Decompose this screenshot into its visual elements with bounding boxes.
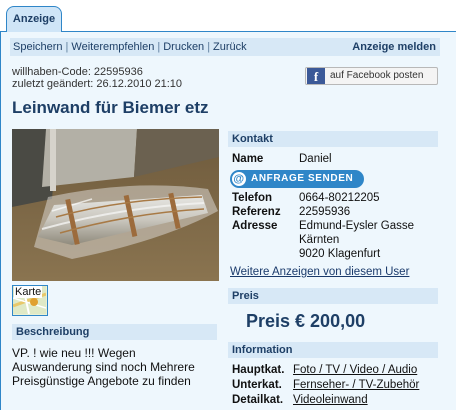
facebook-icon: f [307, 68, 325, 84]
sub-category-link[interactable]: Fernseher- / TV-Zubehör [293, 379, 419, 391]
separator: | [207, 41, 211, 53]
send-inquiry-label: ANFRAGE SENDEN [251, 173, 354, 184]
save-link[interactable]: Speichern [13, 41, 63, 53]
description-line: Preisgünstige Angebote zu finden [12, 374, 191, 388]
phone-label: Telefon [232, 192, 273, 204]
report-ad-link[interactable]: Anzeige melden [352, 38, 436, 56]
toolbar-links: Speichern | Weiterempfehlen | Drucken | Zurück [13, 38, 247, 56]
main-category-label: Hauptkat. [232, 364, 285, 376]
separator: | [157, 41, 161, 53]
price-value: Preis € 200,00 [246, 311, 366, 331]
detail-category-label: Detailkat. [232, 394, 284, 406]
description-text: VP. ! wie neu !!! Wegen Auswanderung sin… [12, 346, 217, 388]
map-button[interactable]: Karte [12, 285, 48, 316]
information-heading: Information [228, 342, 438, 358]
photo-image [12, 129, 219, 281]
name-label: Name [232, 153, 264, 165]
facebook-share-label: auf Facebook posten [330, 70, 424, 81]
description-line: Auswanderung sind noch Mehrere [12, 360, 195, 374]
ad-title: Leinwand für Biemer etz [12, 98, 209, 117]
more-ads-link[interactable]: Weitere Anzeigen von diesem User [230, 266, 409, 278]
send-inquiry-button[interactable]: @ ANFRAGE SENDEN [230, 170, 364, 188]
print-link[interactable]: Drucken [163, 41, 204, 53]
map-label: Karte [14, 286, 43, 298]
address-line: Edmund-Eysler Gasse [299, 220, 415, 232]
willhaben-code: willhaben-Code: 22595936 [12, 66, 143, 78]
at-icon: @ [232, 172, 246, 186]
phone-value: 0664-80212205 [299, 192, 380, 204]
last-changed: zuletzt geändert: 26.12.2010 21:10 [12, 78, 183, 90]
detail-category-link[interactable]: Videoleinwand [293, 394, 368, 406]
reference-value: 22595936 [299, 206, 351, 218]
address-label: Adresse [232, 220, 278, 232]
address-line: 9020 Klagenfurt [299, 248, 381, 260]
description-heading: Beschreibung [12, 324, 217, 340]
recommend-link[interactable]: Weiterempfehlen [71, 41, 154, 53]
separator: | [65, 41, 69, 53]
more-ads-row: Weitere Anzeigen von diesem User [230, 266, 409, 278]
back-link[interactable]: Zurück [213, 41, 247, 53]
description-line: VP. ! wie neu !!! Wegen [12, 346, 136, 360]
main-category-link[interactable]: Foto / TV / Video / Audio [293, 364, 417, 376]
reference-label: Referenz [232, 206, 281, 218]
tab-anzeige[interactable]: Anzeige [6, 6, 62, 32]
action-toolbar: Speichern | Weiterempfehlen | Drucken | Zurück… [10, 38, 440, 56]
facebook-share-button[interactable]: f auf Facebook posten [305, 67, 438, 85]
price-heading: Preis [228, 288, 438, 304]
ad-photo[interactable] [12, 129, 219, 281]
address-line: Kärnten [299, 234, 340, 246]
sub-category-label: Unterkat. [232, 379, 282, 391]
name-value: Daniel [299, 153, 332, 165]
contact-heading: Kontakt [228, 131, 438, 147]
